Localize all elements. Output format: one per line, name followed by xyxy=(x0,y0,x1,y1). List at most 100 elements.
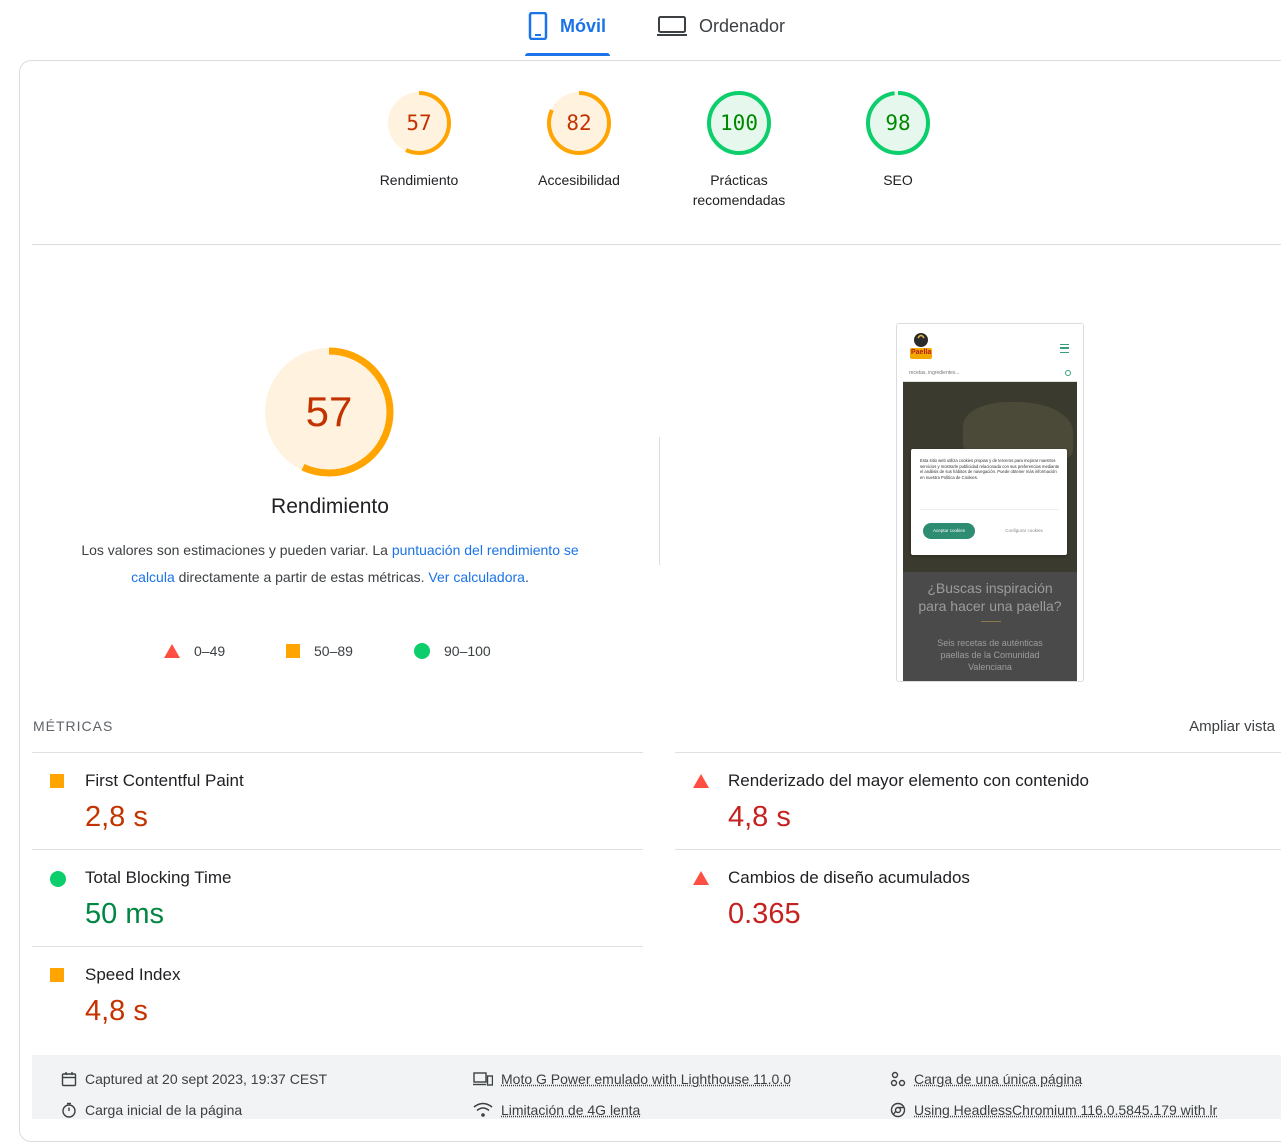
triangle-icon xyxy=(164,644,180,658)
legend-fail: 0–49 xyxy=(164,643,225,659)
site-sub-line2: paellas de la Comunidad xyxy=(940,650,1040,660)
legend-pass: 90–100 xyxy=(414,643,491,659)
desc-text: . xyxy=(524,569,529,585)
tab-desktop[interactable]: Ordenador xyxy=(657,12,785,40)
performance-description: Los valores son estimaciones y pueden va… xyxy=(80,537,580,591)
metric-value: 2,8 s xyxy=(85,801,148,833)
legend-fail-label: 0–49 xyxy=(194,643,226,659)
site-search-placeholder: recetas, ingredientes... xyxy=(909,370,960,376)
square-icon xyxy=(286,644,300,658)
cookie-text: Esta sitio web utiliza cookies propias y… xyxy=(920,458,1060,480)
gauge-score: 98 xyxy=(885,111,911,135)
site-hero-line1: ¿Buscas inspiración xyxy=(927,580,1053,596)
configure-cookies-button[interactable]: Configurar cookies xyxy=(999,523,1049,539)
average-square-icon xyxy=(50,968,64,982)
single-page-load[interactable]: Carga de una única página xyxy=(890,1071,1082,1087)
site-sub-line3: Valenciana xyxy=(968,662,1012,672)
initial-load-text: Carga inicial de la página xyxy=(85,1102,243,1118)
device-text: Moto G Power emulado with Lighthouse 11.… xyxy=(501,1071,792,1087)
gauge-performance[interactable]: 57 Rendimiento xyxy=(359,90,479,190)
metric-name: Speed Index xyxy=(85,965,181,984)
browser-text: Using HeadlessChromium 116.0.5845.179 wi… xyxy=(914,1102,1218,1118)
hamburger-icon xyxy=(1060,344,1069,353)
captured-at: Captured at 20 sept 2023, 19:37 CEST xyxy=(61,1071,327,1087)
legend-pass-label: 90–100 xyxy=(444,643,491,659)
gauge-score: 100 xyxy=(720,111,758,135)
site-search: recetas, ingredientes... xyxy=(903,367,1077,382)
configure-cookies-label: Configurar cookies xyxy=(1005,528,1043,533)
gauge-score: 57 xyxy=(406,111,432,135)
gauge-label: SEO xyxy=(883,172,913,188)
desc-text: Los valores son estimaciones y pueden va… xyxy=(81,542,392,558)
device-tabs: Móvil Ordenador xyxy=(0,0,1281,58)
fail-triangle-icon xyxy=(693,871,709,885)
chrome-icon xyxy=(890,1102,906,1118)
metric-name: Cambios de diseño acumulados xyxy=(728,868,970,887)
site-logo: Paella xyxy=(909,330,933,360)
single-page-text: Carga de una única página xyxy=(914,1071,1083,1087)
gauge-label: Prácticas recomendadas xyxy=(679,170,799,210)
metric-value: 4,8 s xyxy=(728,801,791,833)
performance-score: 57 xyxy=(305,388,353,435)
laptop-icon xyxy=(657,16,687,36)
performance-title: Rendimiento xyxy=(271,495,389,518)
vertical-divider xyxy=(659,437,660,565)
metric-value: 0.365 xyxy=(728,898,801,930)
initial-load: Carga inicial de la página xyxy=(61,1102,242,1118)
runtime-settings: Captured at 20 sept 2023, 19:37 CEST Car… xyxy=(32,1055,1281,1119)
legend-average-label: 50–89 xyxy=(314,643,353,659)
pass-circle-icon xyxy=(50,871,66,887)
calendar-icon xyxy=(61,1072,77,1087)
gauge-accessibility[interactable]: 82 Accesibilidad xyxy=(519,90,639,190)
gauge-label-line2: recomendadas xyxy=(692,192,786,208)
site-logo-text: Paella xyxy=(911,349,932,356)
calculator-link[interactable]: Ver calculadora xyxy=(428,569,525,585)
site-header: Paella xyxy=(897,324,1083,366)
device-emulation[interactable]: Moto G Power emulado with Lighthouse 11.… xyxy=(473,1071,791,1087)
metric-name: Total Blocking Time xyxy=(85,868,232,887)
network-throttling[interactable]: Limitación de 4G lenta xyxy=(473,1102,640,1118)
gauge-score: 82 xyxy=(566,111,592,135)
tab-mobile[interactable]: Móvil xyxy=(528,12,606,40)
site-hero-line2: para hacer una paella? xyxy=(918,598,1062,614)
metric-value: 50 ms xyxy=(85,898,164,930)
desc-text: directamente a partir de estas métricas. xyxy=(174,569,429,585)
divider xyxy=(32,946,643,947)
devices-icon xyxy=(473,1072,493,1086)
gauge-best-practices[interactable]: 100 Prácticas recomendadas xyxy=(679,90,799,210)
nodes-icon xyxy=(890,1071,906,1087)
cookie-dialog: Esta sitio web utiliza cookies propias y… xyxy=(911,449,1067,555)
search-icon xyxy=(1065,370,1071,376)
divider xyxy=(32,244,1281,245)
fail-triangle-icon xyxy=(693,774,709,788)
tab-desktop-label: Ordenador xyxy=(699,15,786,36)
divider xyxy=(32,752,643,753)
gauge-label: Accesibilidad xyxy=(538,172,620,188)
circle-icon xyxy=(414,643,430,659)
divider xyxy=(675,752,1281,753)
divider xyxy=(675,849,1281,850)
metric-name: Renderizado del mayor elemento con conte… xyxy=(728,771,1090,790)
accept-cookies-button[interactable]: Aceptar cookies xyxy=(923,523,975,539)
legend-average: 50–89 xyxy=(286,643,353,659)
final-screenshot[interactable]: Paella recetas, ingredientes... ¿Buscas … xyxy=(896,323,1084,682)
accept-cookies-label: Aceptar cookies xyxy=(932,528,966,533)
throttling-text: Limitación de 4G lenta xyxy=(501,1102,641,1118)
captured-text: Captured at 20 sept 2023, 19:37 CEST xyxy=(85,1071,328,1087)
gauge-label: Rendimiento xyxy=(379,172,459,188)
tab-mobile-label: Móvil xyxy=(560,15,607,36)
site-sub-line1: Seis recetas de auténticas xyxy=(937,638,1043,648)
phone-icon xyxy=(528,12,548,40)
site-intro: ¿Buscas inspiración para hacer una paell… xyxy=(903,572,1077,681)
gauge-label-line1: Prácticas xyxy=(710,172,768,188)
metrics-heading: MÉTRICAS xyxy=(33,718,114,734)
timer-icon xyxy=(62,1102,76,1118)
average-square-icon xyxy=(50,774,64,788)
metric-name: First Contentful Paint xyxy=(85,771,244,790)
wifi-icon xyxy=(473,1102,493,1117)
gauge-seo[interactable]: 98 SEO xyxy=(838,90,958,190)
browser-info[interactable]: Using HeadlessChromium 116.0.5845.179 wi… xyxy=(890,1102,1217,1118)
active-tab-indicator xyxy=(525,53,610,56)
report-card xyxy=(19,60,1281,1142)
expand-view-toggle[interactable]: Ampliar vista xyxy=(1189,718,1275,735)
